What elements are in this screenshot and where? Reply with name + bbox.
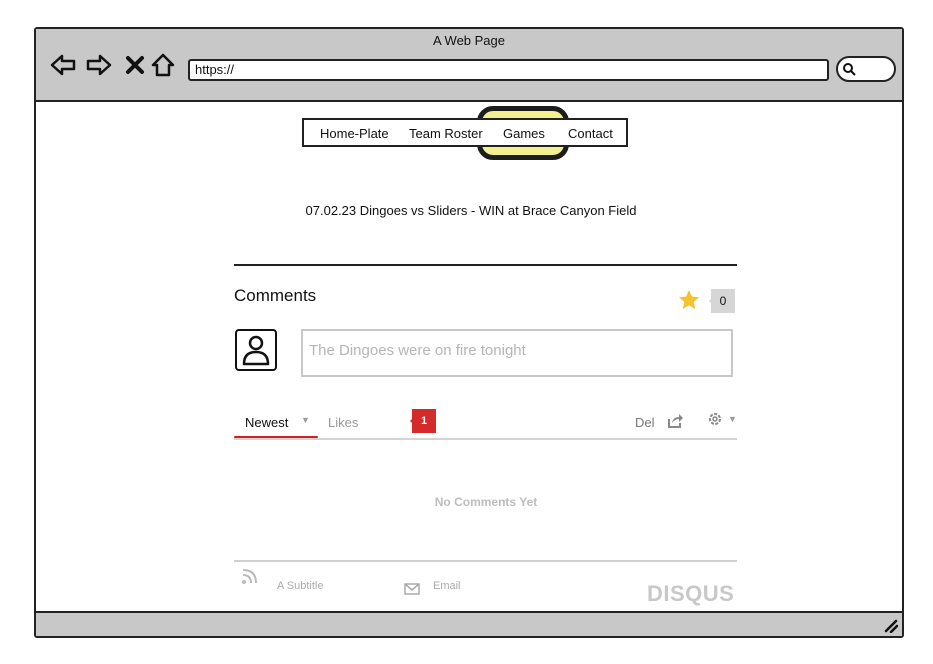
disqus-logo[interactable]: DISQUS	[647, 581, 734, 607]
back-arrow-icon[interactable]	[49, 51, 77, 79]
footer-divider	[234, 560, 737, 562]
delete-link[interactable]: Del	[635, 415, 655, 430]
star-count: 0	[709, 289, 735, 313]
browser-window: A Web Page https:// Home-Plate Team Rost…	[34, 27, 904, 638]
sort-caret-icon[interactable]: ▼	[301, 415, 310, 425]
user-icon	[242, 335, 270, 366]
avatar	[235, 329, 277, 371]
search-icon	[843, 63, 856, 76]
nav-item-games[interactable]: Games	[503, 126, 545, 141]
nav-item-contact[interactable]: Contact	[568, 126, 613, 141]
forward-arrow-icon[interactable]	[85, 51, 113, 79]
resize-handle-icon[interactable]	[882, 617, 898, 633]
site-nav-menu: Home-Plate Team Roster Games Contact	[302, 118, 628, 147]
rss-icon[interactable]	[241, 567, 259, 585]
tab-likes[interactable]: Likes	[328, 415, 358, 430]
share-icon[interactable]	[666, 412, 684, 430]
window-title: A Web Page	[432, 33, 506, 48]
browser-search-field[interactable]	[836, 56, 896, 82]
settings-caret-icon[interactable]: ▼	[728, 414, 737, 424]
comments-heading: Comments	[234, 286, 317, 305]
tabs-divider	[234, 438, 737, 440]
notification-badge: 1	[410, 409, 436, 433]
email-link[interactable]: Email	[433, 580, 461, 592]
subtitle-link[interactable]: A Subtitle	[277, 580, 323, 592]
active-tab-underline	[234, 436, 318, 438]
status-bar	[36, 611, 902, 636]
comment-input[interactable]: The Dingoes were on fire tonight	[301, 329, 733, 377]
nav-item-team-roster[interactable]: Team Roster	[409, 126, 483, 141]
home-icon[interactable]	[149, 51, 177, 79]
empty-state-text: No Comments Yet	[434, 495, 538, 509]
tab-newest[interactable]: Newest	[245, 415, 288, 430]
divider	[234, 264, 737, 266]
star-icon[interactable]	[677, 288, 701, 312]
close-icon[interactable]	[121, 51, 149, 79]
gear-icon[interactable]	[706, 410, 724, 428]
nav-item-home-plate[interactable]: Home-Plate	[320, 126, 389, 141]
url-input[interactable]: https://	[188, 59, 829, 81]
browser-toolbar: A Web Page https://	[36, 29, 902, 102]
game-title: 07.02.23 Dingoes vs Sliders - WIN at Bra…	[305, 203, 637, 218]
mail-icon[interactable]	[404, 583, 420, 595]
